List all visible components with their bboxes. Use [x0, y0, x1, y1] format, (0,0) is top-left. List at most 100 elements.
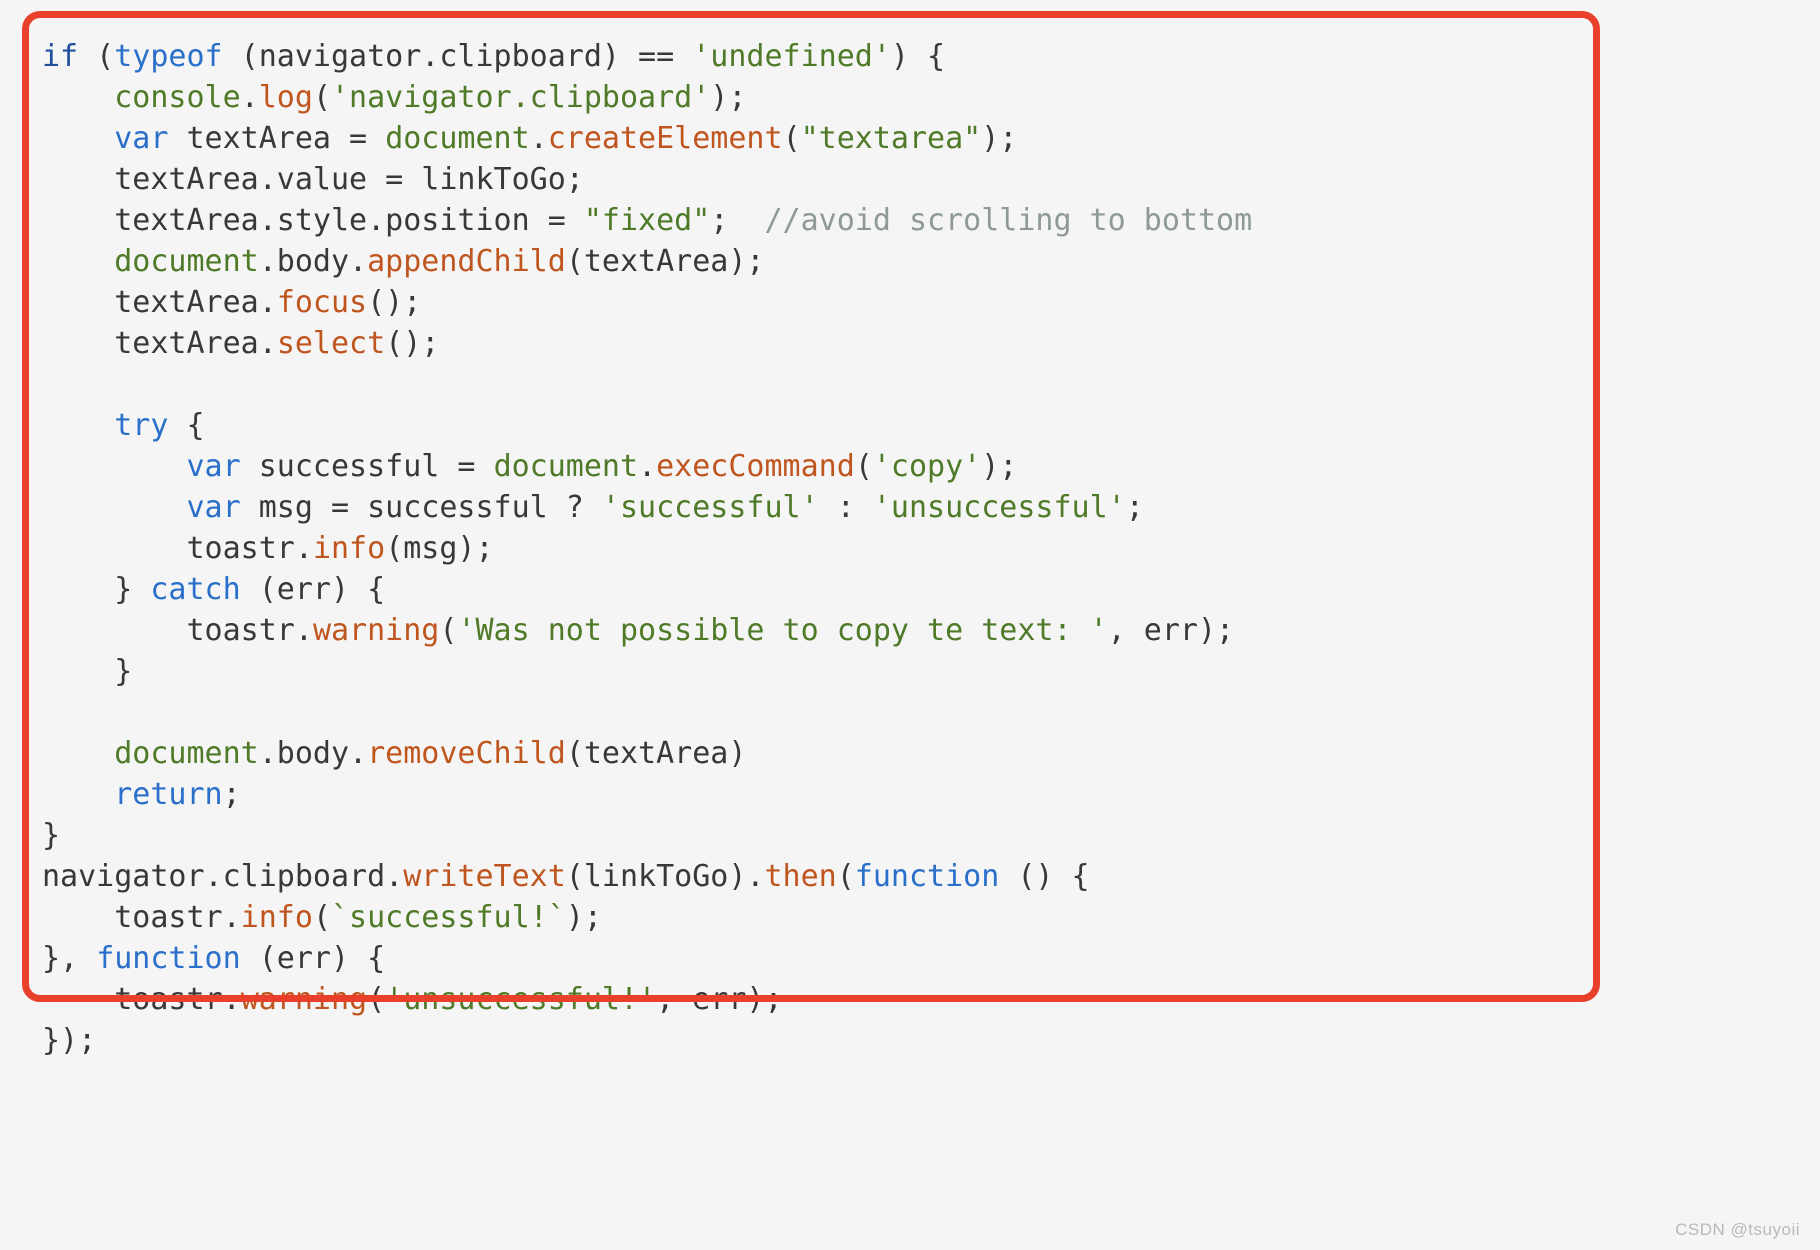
code-token-plain: }	[42, 572, 151, 607]
screenshot-root: if ( typeof (navigator.clipboard) == 'und…	[0, 0, 1820, 1250]
code-token-kw2: var	[114, 121, 169, 156]
code-token-plain: (textArea);	[565, 244, 765, 279]
code-token-kw2: try	[114, 408, 169, 443]
code-token-plain: (	[439, 613, 458, 648]
code-line: }, function (err) {	[42, 938, 1252, 979]
code-token-obj: document	[114, 244, 259, 279]
code-line: try {	[42, 405, 1252, 446]
watermark-text: CSDN @tsuyoii	[1675, 1220, 1800, 1239]
code-token-str: 'copy'	[872, 449, 982, 484]
code-token-plain: .	[638, 449, 657, 484]
code-token-fn: focus	[276, 285, 368, 320]
code-token-plain: ();	[385, 326, 440, 361]
code-token-str: 'navigator.clipboard'	[331, 80, 711, 115]
code-line: toastr.warning('unsuccessful!', err);	[42, 979, 1252, 1020]
code-token-kw: if	[42, 39, 79, 74]
code-token-str: 'unsuccessful!'	[385, 982, 657, 1017]
code-token-str: 'unsuccessful'	[872, 490, 1126, 525]
code-token-plain: .body.	[258, 736, 368, 771]
code-token-obj: document	[385, 121, 530, 156]
code-token-plain: () {	[999, 859, 1090, 894]
code-token-plain: (	[836, 859, 855, 894]
code-token-plain: (err) {	[240, 941, 386, 976]
code-block[interactable]: if ( typeof (navigator.clipboard) == 'und…	[42, 36, 1252, 1061]
code-token-plain: (msg);	[385, 531, 494, 566]
code-token-plain: (	[367, 982, 386, 1017]
code-token-plain: (navigator.clipboard) ==	[222, 39, 693, 74]
code-token-plain: navigator.clipboard.	[42, 859, 404, 894]
code-token-plain: .	[529, 121, 548, 156]
code-token-fn: createElement	[547, 121, 783, 156]
code-token-plain: ;	[1125, 490, 1144, 525]
code-token-fn: select	[276, 326, 386, 361]
code-line: var successful = document.execCommand('c…	[42, 446, 1252, 487]
code-token-plain: (textArea)	[565, 736, 747, 771]
code-token-obj: document	[114, 736, 259, 771]
code-token-plain: toastr.	[42, 900, 241, 935]
code-token-plain: (	[312, 80, 331, 115]
code-token-kw2: typeof	[114, 39, 223, 74]
code-token-plain: (linkToGo).	[565, 859, 765, 894]
code-token-fn: log	[258, 80, 313, 115]
code-token-fn: writeText	[403, 859, 566, 894]
code-line: var msg = successful ? 'successful' : 'u…	[42, 487, 1252, 528]
code-token-plain: );	[565, 900, 602, 935]
code-token-plain: , err);	[1107, 613, 1235, 648]
code-line: console.log('navigator.clipboard');	[42, 77, 1252, 118]
code-token-str: 'undefined'	[692, 39, 891, 74]
code-token-str: "fixed"	[583, 203, 711, 238]
code-token-plain: (	[854, 449, 873, 484]
code-line: document.body.removeChild(textArea)	[42, 733, 1252, 774]
code-token-obj: console	[114, 80, 241, 115]
code-line: toastr.info(`successful!`);	[42, 897, 1252, 938]
code-token-str: "textarea"	[800, 121, 982, 156]
code-token-plain: },	[42, 941, 97, 976]
code-surface: if ( typeof (navigator.clipboard) == 'und…	[0, 0, 1820, 1250]
code-token-kw2: function	[854, 859, 1000, 894]
code-line: toastr.info(msg);	[42, 528, 1252, 569]
code-token-kw2: function	[96, 941, 241, 976]
code-token-plain: :	[818, 490, 873, 525]
code-token-str: 'Was not possible to copy te text: '	[457, 613, 1108, 648]
code-token-plain: ;	[222, 777, 241, 812]
code-token-plain: textArea =	[168, 121, 386, 156]
code-token-fn: execCommand	[656, 449, 855, 484]
code-line: toastr.warning('Was not possible to copy…	[42, 610, 1252, 651]
code-line: navigator.clipboard.writeText(linkToGo).…	[42, 856, 1252, 897]
code-token-plain: );	[710, 80, 747, 115]
code-line: });	[42, 1020, 1252, 1061]
code-line: textArea.focus();	[42, 282, 1252, 323]
code-line: if (typeof (navigator.clipboard) == 'und…	[42, 36, 1252, 77]
code-token-plain: (	[782, 121, 801, 156]
code-token-str: 'successful'	[601, 490, 819, 525]
code-token-plain: toastr.	[42, 982, 241, 1017]
code-token-fn: info	[312, 531, 386, 566]
code-token-plain: });	[42, 1023, 97, 1058]
code-token-kw2: var	[186, 490, 241, 525]
code-token-str: `successful!`	[331, 900, 566, 935]
code-token-plain: ;	[710, 203, 765, 238]
code-token-plain: textArea.	[42, 326, 277, 361]
code-line: }	[42, 815, 1252, 856]
code-token-plain: ) {	[890, 39, 946, 74]
code-token-plain: .body.	[258, 244, 368, 279]
code-token-plain: .	[240, 80, 259, 115]
code-token-plain: (	[312, 900, 331, 935]
code-line: textArea.style.position = "fixed"; //avo…	[42, 200, 1252, 241]
code-token-fn: appendChild	[367, 244, 566, 279]
code-token-plain: , err);	[656, 982, 783, 1017]
code-line: return;	[42, 774, 1252, 815]
code-token-plain: }	[42, 654, 133, 689]
code-line: var textArea = document.createElement("t…	[42, 118, 1252, 159]
code-line: } catch (err) {	[42, 569, 1252, 610]
code-token-plain: toastr.	[42, 613, 313, 648]
code-token-plain: {	[168, 408, 205, 443]
code-token-plain: successful =	[240, 449, 494, 484]
